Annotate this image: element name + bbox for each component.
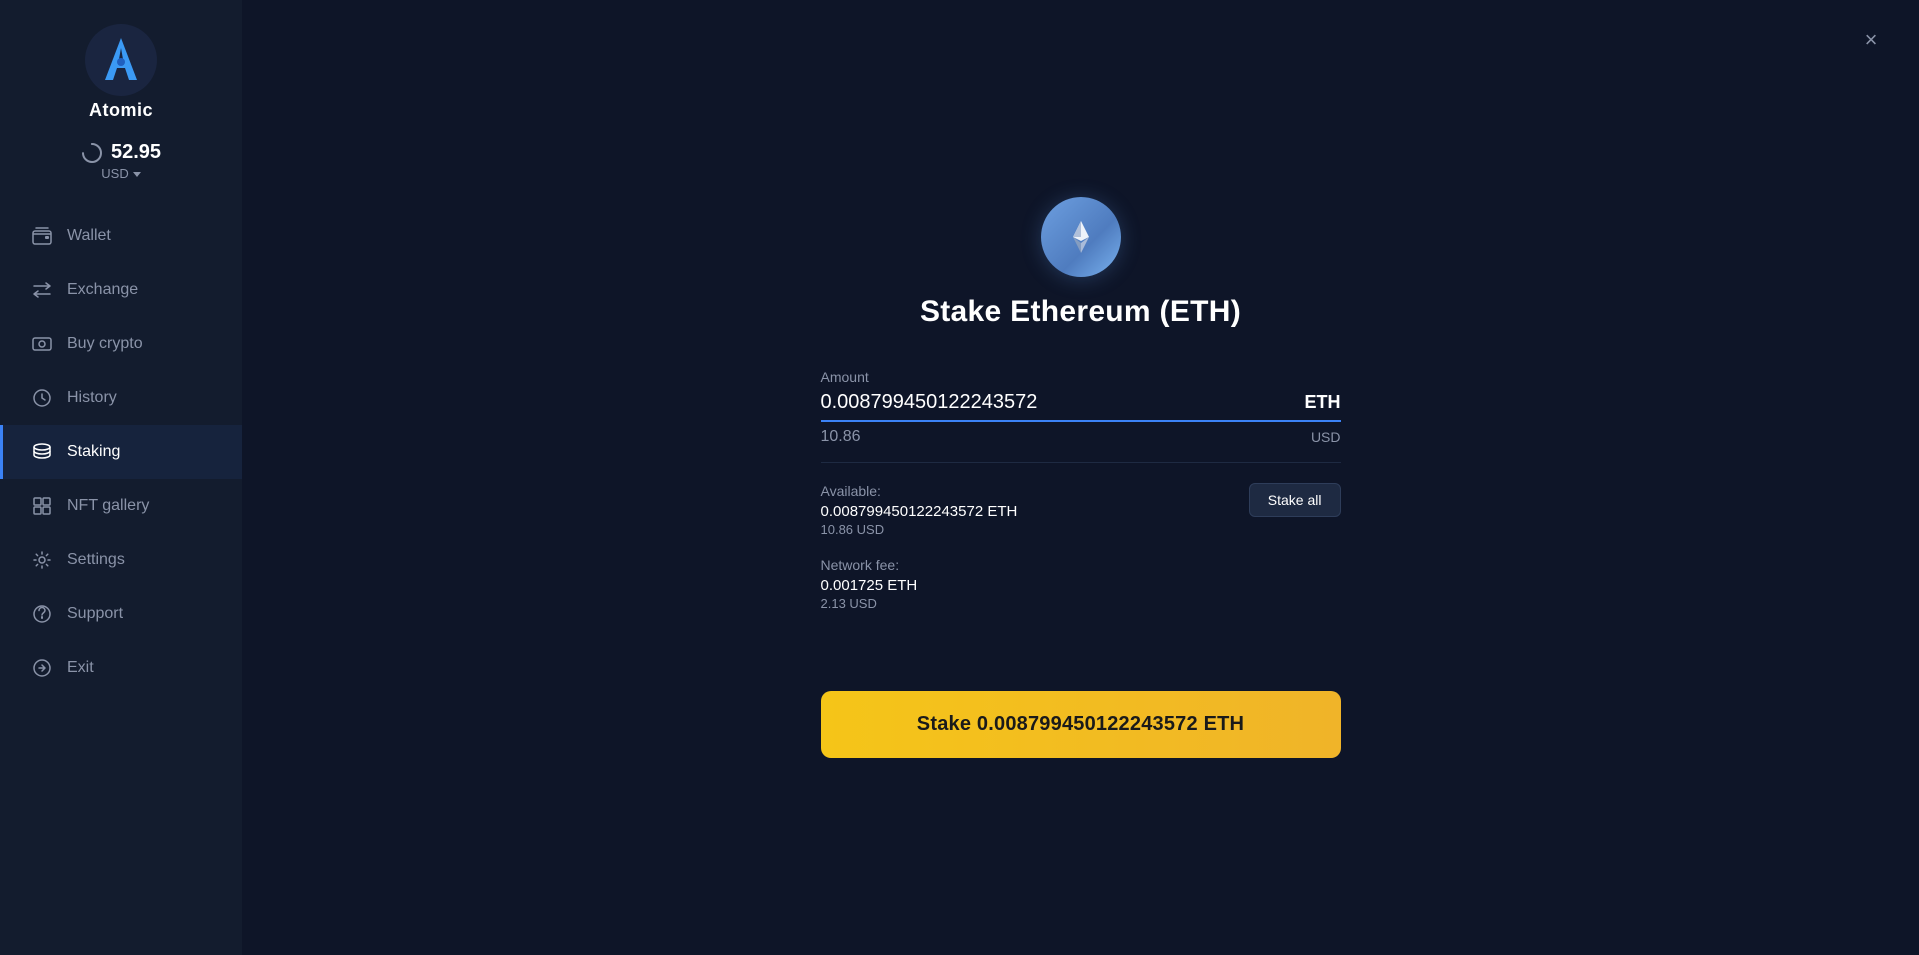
amount-usd-row: 10.86 USD	[821, 428, 1341, 463]
available-eth: 0.008799450122243572 ETH	[821, 503, 1018, 520]
amount-input-row: ETH	[821, 391, 1341, 422]
sidebar-item-wallet[interactable]: Wallet	[0, 209, 242, 263]
balance-area: 52.95 USD	[81, 141, 161, 181]
close-button[interactable]: ×	[1855, 24, 1887, 56]
sidebar-item-settings[interactable]: Settings	[0, 533, 242, 587]
currency-label: USD	[101, 166, 128, 181]
chevron-down-icon	[133, 172, 141, 177]
exit-icon	[31, 657, 53, 679]
sidebar-item-staking[interactable]: Staking	[0, 425, 242, 479]
sidebar-item-support[interactable]: Support	[0, 587, 242, 641]
settings-icon	[31, 549, 53, 571]
page-title: Stake Ethereum (ETH)	[920, 295, 1241, 329]
sidebar-item-history[interactable]: History	[0, 371, 242, 425]
currency-selector[interactable]: USD	[101, 166, 140, 181]
history-icon	[31, 387, 53, 409]
sidebar-item-staking-label: Staking	[67, 443, 120, 461]
balance-value: 52.95	[111, 141, 161, 164]
sidebar-item-exit[interactable]: Exit	[0, 641, 242, 695]
sidebar-item-exit-label: Exit	[67, 659, 94, 677]
staking-icon	[31, 441, 53, 463]
stake-button[interactable]: Stake 0.008799450122243572 ETH	[821, 691, 1341, 758]
sidebar-item-buy-crypto-label: Buy crypto	[67, 335, 143, 353]
sidebar: Atomic 52.95 USD Wallet	[0, 0, 242, 955]
eth-diamond-icon	[1059, 215, 1103, 259]
stake-form: Amount ETH 10.86 USD Available: 0.008799…	[821, 369, 1341, 758]
amount-usd-label: USD	[1311, 429, 1341, 445]
network-fee-usd: 2.13 USD	[821, 596, 1341, 611]
support-icon	[31, 603, 53, 625]
amount-label: Amount	[821, 369, 1341, 385]
available-block: Available: 0.008799450122243572 ETH 10.8…	[821, 483, 1018, 537]
balance-spinner-icon	[81, 142, 103, 164]
nav-menu: Wallet Exchange Buy crypto	[0, 209, 242, 935]
sidebar-item-wallet-label: Wallet	[67, 227, 111, 245]
sidebar-item-exchange[interactable]: Exchange	[0, 263, 242, 317]
network-fee-block: Network fee: 0.001725 ETH 2.13 USD	[821, 557, 1341, 611]
amount-input[interactable]	[821, 391, 1305, 414]
logo-area: Atomic	[85, 24, 157, 121]
buy-crypto-icon	[31, 333, 53, 355]
network-fee-label: Network fee:	[821, 557, 1341, 573]
available-usd: 10.86 USD	[821, 522, 1018, 537]
sidebar-item-support-label: Support	[67, 605, 123, 623]
available-label: Available:	[821, 483, 1018, 499]
amount-usd-value: 10.86	[821, 428, 861, 446]
wallet-icon	[31, 225, 53, 247]
sidebar-item-buy-crypto[interactable]: Buy crypto	[0, 317, 242, 371]
amount-currency: ETH	[1305, 392, 1341, 413]
eth-icon-wrap	[1041, 197, 1121, 277]
logo-label: Atomic	[89, 100, 153, 121]
available-row: Available: 0.008799450122243572 ETH 10.8…	[821, 483, 1341, 537]
stake-panel: Stake Ethereum (ETH) Amount ETH 10.86 US…	[821, 197, 1341, 758]
exchange-icon	[31, 279, 53, 301]
sidebar-item-settings-label: Settings	[67, 551, 125, 569]
stake-all-button[interactable]: Stake all	[1249, 483, 1341, 517]
atomic-logo-icon	[85, 24, 157, 96]
main-content: × Stake Ethereum (ETH) Amount ETH 10.86	[242, 0, 1919, 955]
sidebar-item-nft-gallery-label: NFT gallery	[67, 497, 149, 515]
sidebar-item-exchange-label: Exchange	[67, 281, 138, 299]
nft-icon	[31, 495, 53, 517]
network-fee-eth: 0.001725 ETH	[821, 577, 1341, 594]
sidebar-item-nft-gallery[interactable]: NFT gallery	[0, 479, 242, 533]
sidebar-item-history-label: History	[67, 389, 117, 407]
